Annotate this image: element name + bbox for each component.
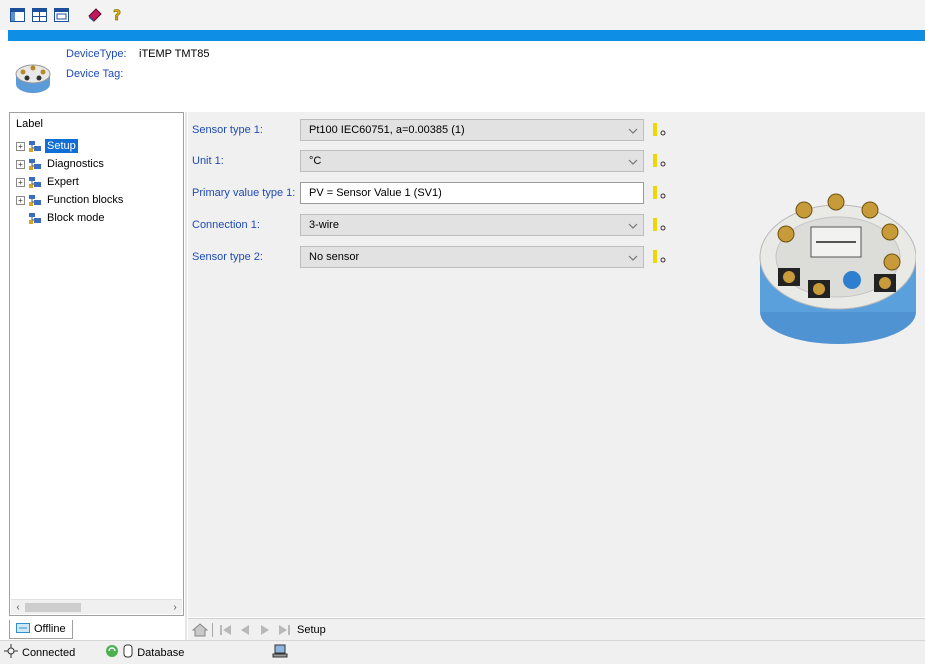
connection-1-dropdown[interactable]: 3-wire	[300, 214, 644, 236]
param-label: Connection 1:	[192, 219, 260, 231]
last-page-icon[interactable]	[277, 623, 293, 637]
scroll-left-icon[interactable]: ‹	[11, 600, 25, 615]
database-status-label: Database	[137, 646, 185, 659]
tree-title: Label	[16, 118, 43, 130]
connection-icon	[4, 644, 18, 661]
network-computer-icon	[272, 644, 288, 661]
device-type-value: iTEMP TMT85	[139, 48, 210, 60]
tab-offline[interactable]: Offline	[9, 620, 73, 639]
param-row-sensor-type-1: Sensor type 1: Pt100 IEC60751, a=0.00385…	[188, 119, 925, 141]
tree-item-label: Expert	[47, 176, 79, 188]
dropdown-value: 3-wire	[309, 219, 339, 231]
device-image	[756, 162, 917, 352]
svg-text:?: ?	[113, 8, 121, 23]
tree-item-diagnostics[interactable]: + Diagnostics	[16, 155, 125, 173]
home-icon[interactable]	[191, 622, 209, 637]
folder-node-icon	[28, 193, 42, 207]
previous-page-icon[interactable]	[237, 623, 253, 637]
view-layout-2-icon[interactable]	[30, 6, 48, 24]
param-label: Sensor type 1:	[192, 124, 263, 136]
first-page-icon[interactable]	[217, 623, 233, 637]
folder-node-icon	[28, 211, 42, 225]
toolbar: ?	[0, 0, 925, 30]
navigation-tree-panel: Label + Setup + Diagnostics + Expert + F…	[9, 112, 184, 616]
offline-icon	[16, 622, 30, 637]
dropdown-value: Pt100 IEC60751, a=0.00385 (1)	[309, 124, 465, 136]
tree-item-setup[interactable]: + Setup	[16, 137, 125, 155]
connection-status: Connected	[4, 644, 75, 661]
parameter-state-icon	[653, 185, 669, 201]
device-thumbnail-icon	[13, 58, 53, 98]
tree-item-label: Block mode	[47, 212, 105, 224]
tree-item-block-mode[interactable]: Block mode	[16, 209, 125, 227]
expand-icon[interactable]: +	[16, 159, 25, 169]
param-label: Primary value type 1:	[192, 187, 296, 199]
device-header: DeviceType: iTEMP TMT85 Device Tag:	[8, 41, 925, 107]
dropdown-value: No sensor	[309, 251, 360, 263]
device-tag-label: Device Tag:	[66, 68, 124, 80]
scroll-right-icon[interactable]: ›	[168, 600, 182, 615]
database-status: Database	[105, 644, 184, 661]
sync-icon	[105, 644, 119, 661]
chevron-down-icon[interactable]	[627, 251, 639, 263]
folder-node-icon	[28, 175, 42, 189]
unit-1-dropdown[interactable]: °C	[300, 150, 644, 172]
splitter[interactable]	[185, 112, 187, 640]
database-icon	[123, 644, 133, 661]
parameter-state-icon	[653, 153, 669, 169]
next-page-icon[interactable]	[257, 623, 273, 637]
scrollbar-thumb[interactable]	[25, 603, 81, 612]
book-icon[interactable]	[86, 6, 104, 24]
navigation-tree: + Setup + Diagnostics + Expert + Functio…	[16, 137, 125, 227]
expand-icon[interactable]: +	[16, 177, 25, 187]
connection-status-label: Connected	[22, 646, 76, 659]
sensor-type-1-dropdown[interactable]: Pt100 IEC60751, a=0.00385 (1)	[300, 119, 644, 141]
parameter-state-icon	[653, 249, 669, 265]
tree-item-label: Function blocks	[47, 194, 124, 206]
tree-item-label: Diagnostics	[47, 158, 104, 170]
chevron-down-icon[interactable]	[627, 155, 639, 167]
accent-bar	[8, 30, 925, 41]
network-status	[272, 644, 288, 661]
parameter-panel: Sensor type 1: Pt100 IEC60751, a=0.00385…	[188, 112, 925, 617]
folder-node-icon	[28, 157, 42, 171]
tree-item-expert[interactable]: + Expert	[16, 173, 125, 191]
offline-tab-label: Offline	[34, 623, 66, 635]
field-value: PV = Sensor Value 1 (SV1)	[309, 187, 442, 199]
view-layout-1-icon[interactable]	[8, 6, 26, 24]
param-label: Sensor type 2:	[192, 251, 263, 263]
sensor-type-2-dropdown[interactable]: No sensor	[300, 246, 644, 268]
folder-node-icon	[28, 139, 42, 153]
view-layout-3-icon[interactable]	[52, 6, 70, 24]
expand-icon[interactable]: +	[16, 141, 25, 151]
parameter-state-icon	[653, 217, 669, 233]
device-type-label: DeviceType:	[66, 48, 127, 60]
tree-item-function-blocks[interactable]: + Function blocks	[16, 191, 125, 209]
primary-value-type-1-field[interactable]: PV = Sensor Value 1 (SV1)	[300, 182, 644, 204]
help-icon[interactable]: ?	[108, 6, 126, 24]
horizontal-scrollbar[interactable]: ‹ ›	[11, 599, 182, 614]
expand-icon[interactable]: +	[16, 195, 25, 205]
chevron-down-icon[interactable]	[627, 124, 639, 136]
current-page-label: Setup	[297, 623, 326, 636]
tree-item-label: Setup	[45, 139, 78, 153]
chevron-down-icon[interactable]	[627, 219, 639, 231]
param-label: Unit 1:	[192, 155, 224, 167]
dropdown-value: °C	[309, 155, 322, 167]
parameter-state-icon	[653, 122, 669, 138]
bottom-navigation-bar: Setup	[188, 618, 925, 640]
status-bar: Connected Database	[0, 640, 925, 664]
